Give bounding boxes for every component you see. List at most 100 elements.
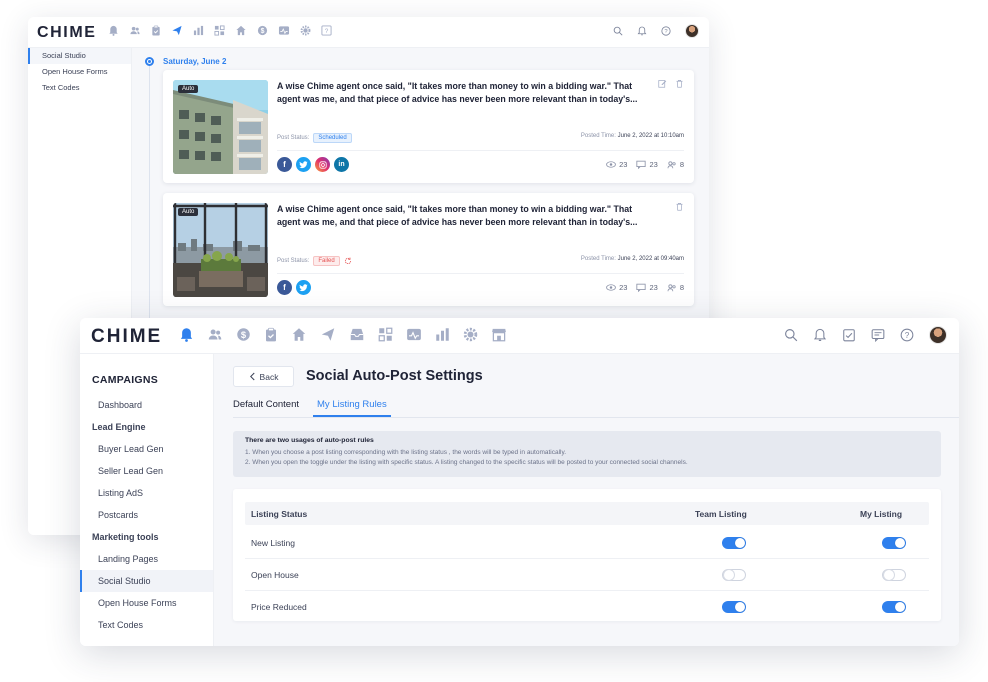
sidebar-item-text-codes[interactable]: Text Codes <box>28 80 131 96</box>
post-actions <box>658 79 684 88</box>
delete-icon[interactable] <box>675 202 684 211</box>
bell-icon[interactable] <box>108 25 119 36</box>
facebook-icon[interactable]: f <box>277 157 292 172</box>
reach-count: 8 <box>679 160 684 169</box>
toggle-knob <box>724 570 734 580</box>
sidebar-item-open-house-forms[interactable]: Open House Forms <box>80 592 213 614</box>
toggle-knob <box>735 538 745 548</box>
page-title: Social Auto-Post Settings <box>306 368 483 384</box>
toggle-knob <box>884 570 894 580</box>
post-card[interactable]: Auto A wise Chime agent once said, "It t… <box>163 193 694 306</box>
delete-icon[interactable] <box>675 79 684 88</box>
info-line: 1. When you choose a post listing corres… <box>245 449 567 456</box>
twitter-icon[interactable] <box>296 280 311 295</box>
sidebar-item-postcards[interactable]: Postcards <box>80 504 213 526</box>
sidebar-item-social-studio[interactable]: Social Studio <box>28 48 131 64</box>
clipboard-icon[interactable] <box>151 25 161 36</box>
post-card[interactable]: Auto A wise Chime agent once said, "It t… <box>163 70 694 183</box>
home-icon[interactable] <box>235 25 247 36</box>
help-circle-icon[interactable]: ? <box>661 26 671 36</box>
bar-chart-icon[interactable] <box>193 25 204 36</box>
tab-bar: Default Content My Listing Rules <box>233 399 959 418</box>
my-listing-toggle[interactable] <box>882 569 906 581</box>
post-image-building: Auto <box>173 80 268 174</box>
retry-icon[interactable] <box>344 257 352 265</box>
my-listing-toggle[interactable] <box>882 537 906 549</box>
notification-bell-icon[interactable] <box>813 328 827 342</box>
bar-chart-icon[interactable] <box>435 327 450 342</box>
gear-icon[interactable] <box>300 25 311 36</box>
search-icon[interactable] <box>613 26 623 36</box>
sidebar-item-buyer-lead-gen[interactable]: Buyer Lead Gen <box>80 438 213 460</box>
social-channels: f <box>277 280 311 295</box>
team-listing-toggle[interactable] <box>722 601 746 613</box>
bell-icon-active[interactable] <box>179 327 194 342</box>
main-content: Back Social Auto-Post Settings Default C… <box>214 354 959 646</box>
task-icon[interactable] <box>842 328 856 342</box>
search-icon[interactable] <box>784 328 798 342</box>
back-button[interactable]: Back <box>233 366 294 387</box>
status-badge-failed: Failed <box>313 256 340 266</box>
status-badge-scheduled: Scheduled <box>313 133 352 143</box>
sidebar-item-open-house-forms[interactable]: Open House Forms <box>28 64 131 80</box>
sidebar-item-landing-pages[interactable]: Landing Pages <box>80 548 213 570</box>
home-icon[interactable] <box>291 327 307 342</box>
listing-rules-table: Listing Status Team Listing My Listing N… <box>233 489 941 621</box>
people-icon[interactable] <box>129 25 141 36</box>
sidebar-item-dashboard[interactable]: Dashboard <box>80 394 213 416</box>
pulse-icon[interactable] <box>278 25 290 36</box>
posted-time-label: Posted Time: <box>580 133 616 139</box>
edit-icon[interactable] <box>658 79 667 88</box>
table-row: New Listing <box>245 527 929 559</box>
grid-icon[interactable] <box>214 25 225 36</box>
comments-stat: 23 <box>636 160 658 169</box>
sidebar-section-lead-engine[interactable]: Lead Engine <box>80 416 213 438</box>
gear-icon[interactable] <box>463 327 478 342</box>
help-box-icon[interactable]: ? <box>321 25 332 36</box>
table-row: Open House <box>245 559 929 591</box>
info-box: There are two usages of auto-post rules … <box>233 431 941 477</box>
chevron-left-icon <box>249 372 256 381</box>
listing-status-label: Price Reduced <box>251 602 307 612</box>
dollar-icon[interactable]: $ <box>257 25 268 36</box>
sidebar: CAMPAIGNS Dashboard Lead Engine Buyer Le… <box>80 354 214 646</box>
post-text: A wise Chime agent once said, "It takes … <box>277 81 638 104</box>
settings-window: CHIME $ ? CAMPAIGNS Dashboard Lead Engin… <box>80 318 959 646</box>
svg-text:?: ? <box>905 331 910 340</box>
post-text: A wise Chime agent once said, "It takes … <box>277 204 638 227</box>
notification-bell-icon[interactable] <box>637 26 647 36</box>
instagram-icon[interactable] <box>315 157 330 172</box>
sidebar-item-text-codes[interactable]: Text Codes <box>80 614 213 636</box>
reach-stat: 8 <box>667 160 684 169</box>
facebook-icon[interactable]: f <box>277 280 292 295</box>
user-avatar[interactable] <box>685 24 699 38</box>
tab-default-content[interactable]: Default Content <box>233 399 299 417</box>
sidebar-section-marketing-tools[interactable]: Marketing tools <box>80 526 213 548</box>
social-channels: f in <box>277 157 349 172</box>
sidebar-item-listing-ads[interactable]: Listing AdS <box>80 482 213 504</box>
my-listing-toggle[interactable] <box>882 601 906 613</box>
message-icon[interactable] <box>871 328 885 342</box>
user-avatar[interactable] <box>929 326 947 344</box>
dollar-icon[interactable]: $ <box>236 327 251 342</box>
sidebar-heading: CAMPAIGNS <box>92 374 159 386</box>
team-listing-toggle[interactable] <box>722 569 746 581</box>
grid-icon[interactable] <box>378 327 393 342</box>
sidebar-item-seller-lead-gen[interactable]: Seller Lead Gen <box>80 460 213 482</box>
send-icon[interactable] <box>320 327 336 342</box>
reach-count: 8 <box>679 283 684 292</box>
send-icon-active[interactable] <box>171 25 183 36</box>
header-listing-status: Listing Status <box>251 509 308 519</box>
linkedin-icon[interactable]: in <box>334 157 349 172</box>
twitter-icon[interactable] <box>296 157 311 172</box>
team-listing-toggle[interactable] <box>722 537 746 549</box>
store-icon[interactable] <box>491 327 507 342</box>
pulse-icon[interactable] <box>406 327 422 342</box>
clipboard-icon[interactable] <box>264 327 278 342</box>
inbox-icon[interactable] <box>349 327 365 342</box>
people-icon[interactable] <box>207 327 223 342</box>
sidebar-item-social-studio[interactable]: Social Studio <box>80 570 213 592</box>
tab-my-listing-rules[interactable]: My Listing Rules <box>313 399 391 417</box>
help-circle-icon[interactable]: ? <box>900 328 914 342</box>
top-nav-icons: $ ? <box>108 25 332 36</box>
